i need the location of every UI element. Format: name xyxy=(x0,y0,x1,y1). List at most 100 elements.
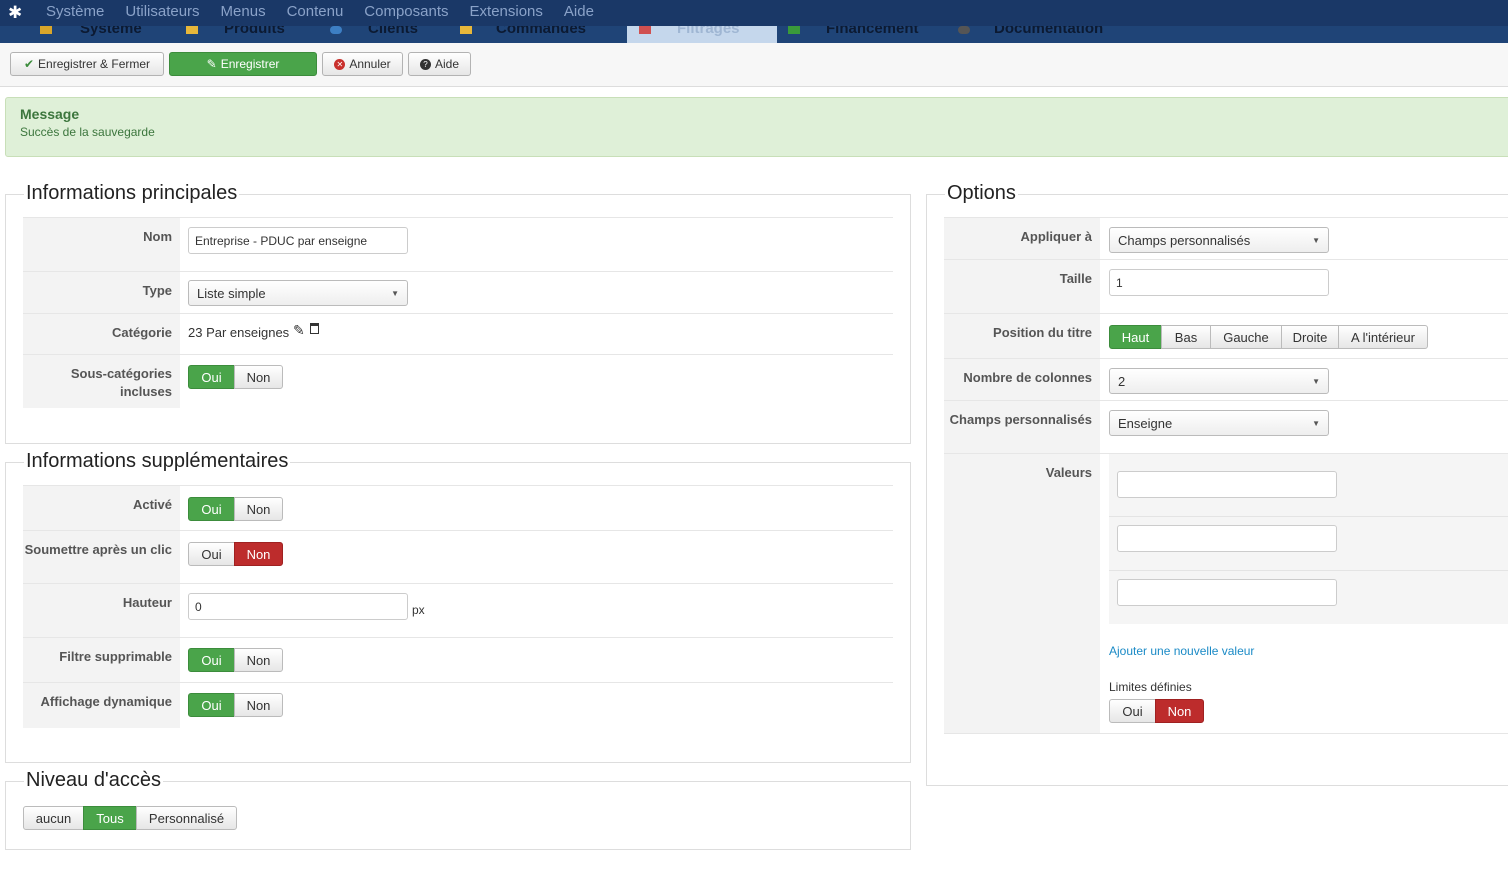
pencil-icon[interactable]: ✎ xyxy=(293,322,305,339)
title-position-bas[interactable]: Bas xyxy=(1161,325,1211,349)
submit-click-oui[interactable]: Oui xyxy=(188,542,235,566)
filter-icon xyxy=(639,26,651,34)
height-unit: px xyxy=(412,603,425,617)
menu-menus[interactable]: Menus xyxy=(221,3,266,21)
menu-extensions[interactable]: Extensions xyxy=(470,3,543,21)
access-legend: Niveau d'accès xyxy=(24,769,163,792)
dynamic-label: Affichage dynamique xyxy=(23,683,180,728)
limits-oui[interactable]: Oui xyxy=(1109,699,1156,723)
access-tous[interactable]: Tous xyxy=(83,806,137,830)
clients-icon xyxy=(330,26,342,34)
access-personnalise[interactable]: Personnalisé xyxy=(136,806,237,830)
menu-composants[interactable]: Composants xyxy=(364,3,448,21)
row-height: Hauteur 0 px xyxy=(23,583,893,638)
row-custom-fields: Champs personnalisés Enseigne ▼ xyxy=(944,400,1508,454)
subtab-systeme[interactable]: Système xyxy=(80,26,142,40)
subtab-active-bg: Filtrages xyxy=(627,26,777,43)
apply-label: Appliquer à xyxy=(944,218,1100,260)
add-value-link[interactable]: Ajouter une nouvelle valeur xyxy=(1109,644,1254,658)
souscategories-non[interactable]: Non xyxy=(234,365,283,389)
title-position-droite[interactable]: Droite xyxy=(1281,325,1339,349)
custom-fields-select-value: Enseigne xyxy=(1118,415,1173,431)
columns-label: Nombre de colonnes xyxy=(944,359,1100,401)
main-menu: Système Utilisateurs Menus Contenu Compo… xyxy=(46,3,615,21)
chevron-down-icon: ▼ xyxy=(1312,236,1320,245)
cancel-icon: ✕ xyxy=(334,58,346,70)
columns-select-value: 2 xyxy=(1118,373,1126,389)
row-nom: Nom Entreprise - PDUC par enseigne xyxy=(23,217,893,272)
menu-utilisateurs[interactable]: Utilisateurs xyxy=(125,3,199,21)
nom-input[interactable]: Entreprise - PDUC par enseigne xyxy=(188,227,408,254)
cancel-label: Annuler xyxy=(349,57,391,71)
height-input[interactable]: 0 xyxy=(188,593,408,620)
chevron-down-icon: ▼ xyxy=(1312,377,1320,386)
subtab-documentation[interactable]: Documentation xyxy=(994,26,1103,40)
submit-click-toggle: Oui Non xyxy=(188,542,283,566)
subtab-commandes[interactable]: Commandes xyxy=(496,26,586,40)
component-submenu: Système Produits Clients Commandes Filtr… xyxy=(0,26,1508,43)
documentation-icon xyxy=(958,26,970,34)
apply-select-value: Champs personnalisés xyxy=(1118,232,1251,248)
row-size: Taille 1 xyxy=(944,259,1508,314)
menu-contenu[interactable]: Contenu xyxy=(287,3,344,21)
save-label: Enregistrer xyxy=(220,57,280,71)
system-icon xyxy=(40,26,52,34)
save-close-button[interactable]: ✔ Enregistrer & Fermer xyxy=(10,52,164,76)
size-input[interactable]: 1 xyxy=(1109,269,1329,296)
row-removable: Filtre supprimable Oui Non xyxy=(23,637,893,683)
nom-label: Nom xyxy=(23,218,180,272)
dynamic-non[interactable]: Non xyxy=(234,693,283,717)
custom-fields-select[interactable]: Enseigne ▼ xyxy=(1109,410,1329,436)
subtab-financement[interactable]: Financement xyxy=(826,26,919,40)
removable-non[interactable]: Non xyxy=(234,648,283,672)
limits-label: Limites définies xyxy=(1109,680,1192,694)
subtab-clients[interactable]: Clients xyxy=(368,26,418,40)
row-submit-click: Soumettre après un clic Oui Non xyxy=(23,530,893,584)
row-title-position: Position du titre Haut Bas Gauche Droite… xyxy=(944,313,1508,359)
menu-systeme[interactable]: Système xyxy=(46,3,104,21)
orders-icon xyxy=(460,26,472,34)
value-item xyxy=(1109,454,1508,517)
dynamic-oui[interactable]: Oui xyxy=(188,693,235,717)
removable-oui[interactable]: Oui xyxy=(188,648,235,672)
cancel-button[interactable]: ✕ Annuler xyxy=(322,52,403,76)
active-non[interactable]: Non xyxy=(234,497,283,521)
values-label: Valeurs xyxy=(944,454,1100,733)
value-item xyxy=(1109,517,1508,571)
souscategories-oui[interactable]: Oui xyxy=(188,365,235,389)
finance-icon xyxy=(788,26,800,34)
subtab-produits[interactable]: Produits xyxy=(224,26,285,40)
souscategories-label: Sous-catégories incluses xyxy=(23,355,180,408)
trash-icon[interactable] xyxy=(310,323,319,334)
title-position-gauche[interactable]: Gauche xyxy=(1210,325,1282,349)
value-input-1[interactable] xyxy=(1117,471,1337,498)
active-oui[interactable]: Oui xyxy=(188,497,235,521)
joomla-logo-icon[interactable]: ✱ xyxy=(8,3,22,23)
title-position-haut[interactable]: Haut xyxy=(1109,325,1162,349)
submit-click-non[interactable]: Non xyxy=(234,542,283,566)
help-button[interactable]: ? Aide xyxy=(408,52,471,76)
active-label: Activé xyxy=(23,486,180,531)
save-button[interactable]: ✎ Enregistrer xyxy=(169,52,317,76)
subtab-filtrages[interactable]: Filtrages xyxy=(677,26,740,40)
value-input-2[interactable] xyxy=(1117,525,1337,552)
title-position-interieur[interactable]: A l'intérieur xyxy=(1338,325,1428,349)
value-input-3[interactable] xyxy=(1117,579,1337,606)
row-categorie: Catégorie 23 Par enseignes ✎ xyxy=(23,313,893,355)
row-apply: Appliquer à Champs personnalisés ▼ xyxy=(944,217,1508,260)
active-toggle: Oui Non xyxy=(188,497,283,521)
apply-select[interactable]: Champs personnalisés ▼ xyxy=(1109,227,1329,253)
access-aucun[interactable]: aucun xyxy=(23,806,84,830)
top-navbar: ✱ Système Utilisateurs Menus Contenu Com… xyxy=(0,0,1508,26)
title-position-label: Position du titre xyxy=(944,314,1100,359)
columns-select[interactable]: 2 ▼ xyxy=(1109,368,1329,394)
type-select-value: Liste simple xyxy=(197,285,266,301)
limits-non[interactable]: Non xyxy=(1155,699,1204,723)
submit-click-label: Soumettre après un clic xyxy=(23,531,180,584)
row-souscategories: Sous-catégories incluses Oui Non xyxy=(23,354,893,408)
title-position-toggle: Haut Bas Gauche Droite A l'intérieur xyxy=(1109,325,1428,349)
menu-aide[interactable]: Aide xyxy=(564,3,594,21)
type-select[interactable]: Liste simple ▼ xyxy=(188,280,408,306)
height-label: Hauteur xyxy=(23,584,180,638)
limits-toggle: Oui Non xyxy=(1109,699,1204,723)
